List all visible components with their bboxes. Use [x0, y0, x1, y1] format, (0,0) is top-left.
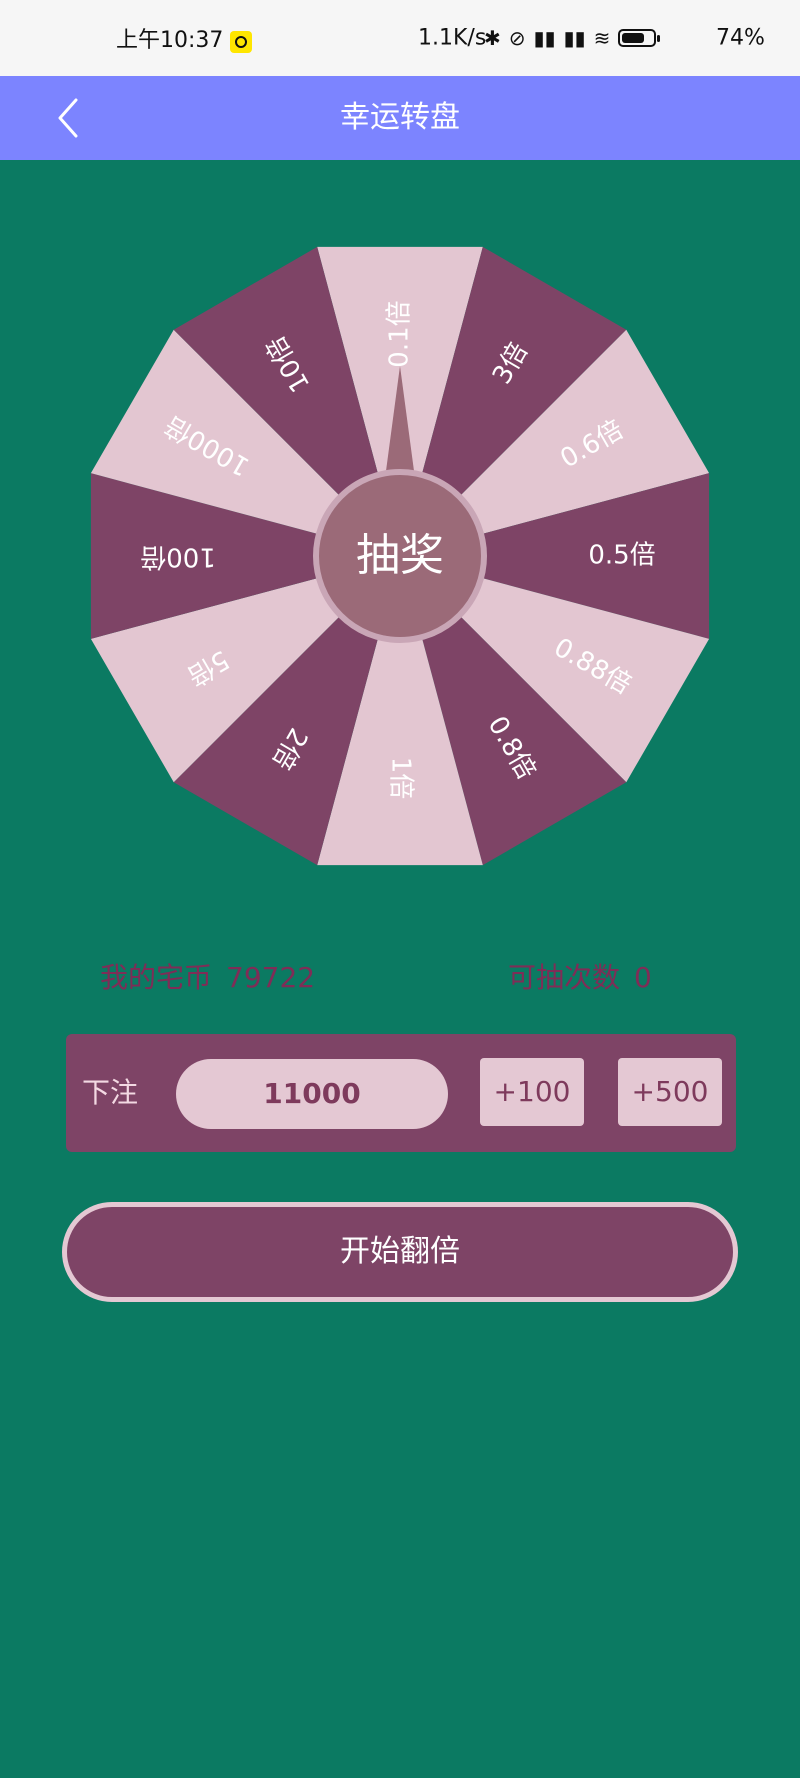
wheel-segment-label: 1倍 [386, 757, 416, 800]
wheel-segment-label: 100倍 [140, 542, 216, 572]
signal-icon: ▮▮ [533, 26, 556, 50]
info-row: 我的宅币 79722 可抽次数 0 [100, 956, 700, 1000]
mute-icon: ⊘ [508, 26, 526, 50]
status-time: 上午10:37 [116, 28, 224, 53]
bet-label: 下注 [82, 1076, 139, 1109]
add-500-button[interactable]: +500 [618, 1058, 722, 1126]
status-bar: 上午10:37 1.1K/s ✱ ⊘ ▮▮ ▮▮ ≋ 74% [0, 0, 800, 76]
draws-label: 可抽次数 [508, 961, 621, 994]
draw-button-label: 抽奖 [356, 530, 444, 581]
notification-icon [230, 31, 252, 53]
wheel-svg: 0.1倍 3倍0.6倍0.5倍0.88倍0.8倍1倍2倍5倍100倍1000倍10… [90, 246, 710, 866]
status-battery-text: 74% [716, 25, 765, 51]
start-double-button[interactable]: 开始翻倍 [62, 1202, 738, 1302]
wheel-segment-label: 0.5倍 [588, 541, 655, 571]
bluetooth-icon: ✱ [484, 26, 501, 50]
wheel-segment-label: 0.1倍 [385, 300, 415, 367]
battery-icon [618, 29, 661, 47]
coins-value: 79722 [226, 961, 316, 994]
coins-info: 我的宅币 79722 [100, 956, 315, 996]
signal-icon-2: ▮▮ [563, 26, 586, 50]
status-network-speed: 1.1K/s [418, 25, 487, 51]
draws-value: 0 [634, 961, 652, 994]
page-title: 幸运转盘 [340, 100, 460, 135]
status-icons: ✱ ⊘ ▮▮ ▮▮ ≋ [484, 26, 661, 50]
add-100-button[interactable]: +100 [480, 1058, 584, 1126]
battery-fill [622, 33, 645, 43]
app-header: 幸运转盘 [0, 76, 800, 160]
prize-wheel: 0.1倍 3倍 0.6倍 0.5倍 0.88倍 0.8倍 1倍 2倍 5倍 100倍 1000倍 10… [80, 236, 720, 876]
coins-label: 我的宅币 [100, 961, 213, 994]
bet-amount-input[interactable]: 11000 [176, 1059, 448, 1129]
wifi-icon: ≋ [593, 26, 611, 50]
bet-panel: 下注 11000 +100 +500 [66, 1034, 736, 1152]
draws-info: 可抽次数 0 [508, 956, 652, 996]
